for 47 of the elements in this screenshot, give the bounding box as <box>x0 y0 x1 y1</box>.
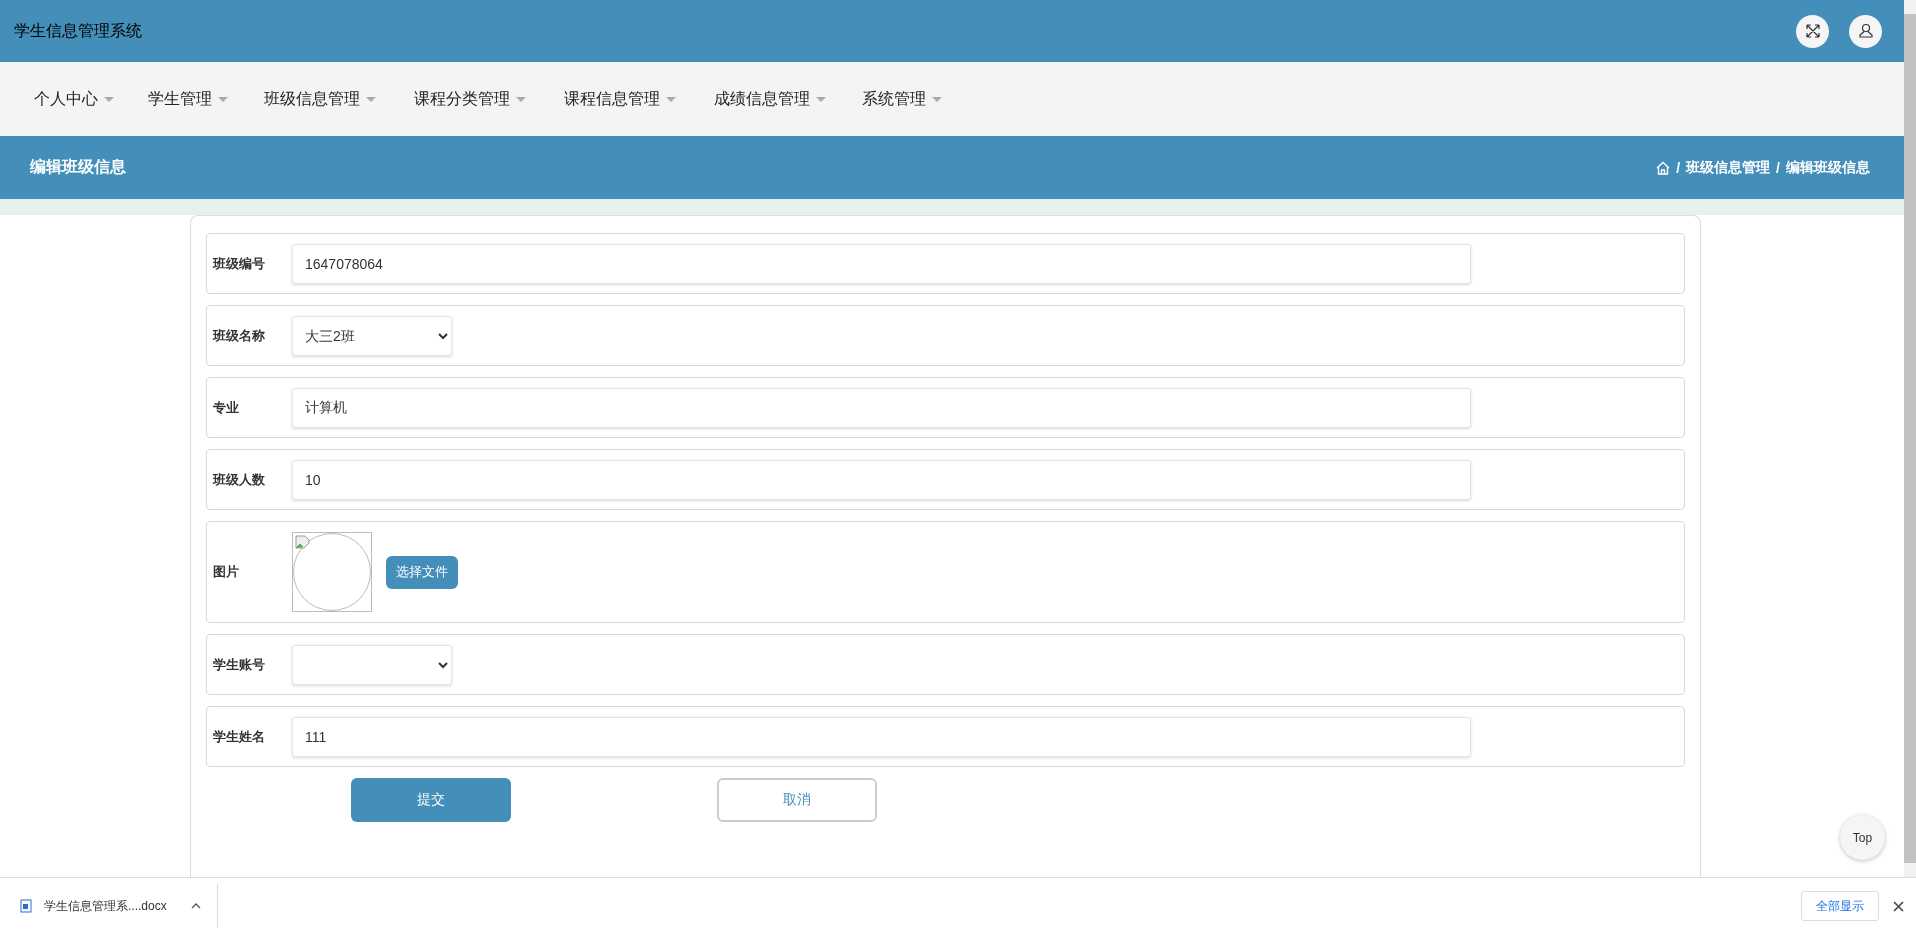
breadcrumb-item[interactable]: 班级信息管理 <box>1686 158 1771 177</box>
field-label: 图片 <box>213 563 240 581</box>
text-field[interactable]: 1647078064 <box>292 243 1471 284</box>
expand-arrows-icon <box>1804 23 1821 39</box>
nav-menu-item[interactable]: 班级信息管理 <box>252 88 388 110</box>
home-icon[interactable] <box>1656 160 1671 175</box>
breadcrumb-item: 编辑班级信息 <box>1786 158 1870 177</box>
caret-icon <box>816 96 826 102</box>
fullscreen-button[interactable] <box>1796 14 1829 48</box>
close-icon[interactable] <box>1893 900 1904 912</box>
choose-file-button[interactable]: 选择文件 <box>386 555 458 589</box>
show-all-button[interactable]: 全部显示 <box>1801 891 1879 921</box>
user-icon <box>1857 23 1874 39</box>
field-label: 学生账号 <box>213 655 266 674</box>
nav-menu-item[interactable]: 个人中心 <box>22 88 126 110</box>
text-field[interactable]: 10 <box>292 459 1471 500</box>
cancel-button[interactable]: 取消 <box>717 778 877 822</box>
text-field[interactable]: 111 <box>292 716 1471 757</box>
document-icon <box>20 899 32 913</box>
nav-menu-item[interactable]: 课程信息管理 <box>552 88 688 110</box>
field-label: 班级人数 <box>213 470 266 489</box>
caret-icon <box>366 96 376 102</box>
field-label: 专业 <box>213 398 240 417</box>
user-button[interactable] <box>1849 14 1882 48</box>
dropdown-field[interactable] <box>292 644 452 685</box>
nav-menu-item[interactable]: 课程分类管理 <box>402 88 538 110</box>
submit-button[interactable]: 提交 <box>351 778 511 822</box>
broken-image-icon <box>295 535 311 551</box>
nav-menu-item[interactable]: 学生管理 <box>136 88 240 110</box>
dropdown-field[interactable]: 大三2班 <box>292 315 452 356</box>
downloaded-file-link[interactable]: 学生信息管理系....docx <box>44 897 167 915</box>
nav-menu-item[interactable]: 成绩信息管理 <box>702 88 838 110</box>
breadcrumb-separator: / <box>1676 159 1681 176</box>
field-label: 班级编号 <box>213 254 266 273</box>
field-label: 学生姓名 <box>213 727 266 746</box>
breadcrumb-separator: / <box>1776 159 1780 176</box>
page-title: 编辑班级信息 <box>30 157 126 177</box>
field-label: 班级名称 <box>213 326 266 345</box>
caret-icon <box>218 96 228 102</box>
nav-menu-item[interactable]: 系统管理 <box>850 88 954 110</box>
back-to-top-button[interactable]: Top <box>1840 815 1885 860</box>
caret-icon <box>932 96 942 102</box>
caret-icon <box>104 96 114 102</box>
app-title: 学生信息管理系统 <box>14 20 142 41</box>
caret-icon <box>666 96 676 102</box>
text-field[interactable]: 计算机 <box>292 387 1471 428</box>
caret-icon <box>516 96 526 102</box>
